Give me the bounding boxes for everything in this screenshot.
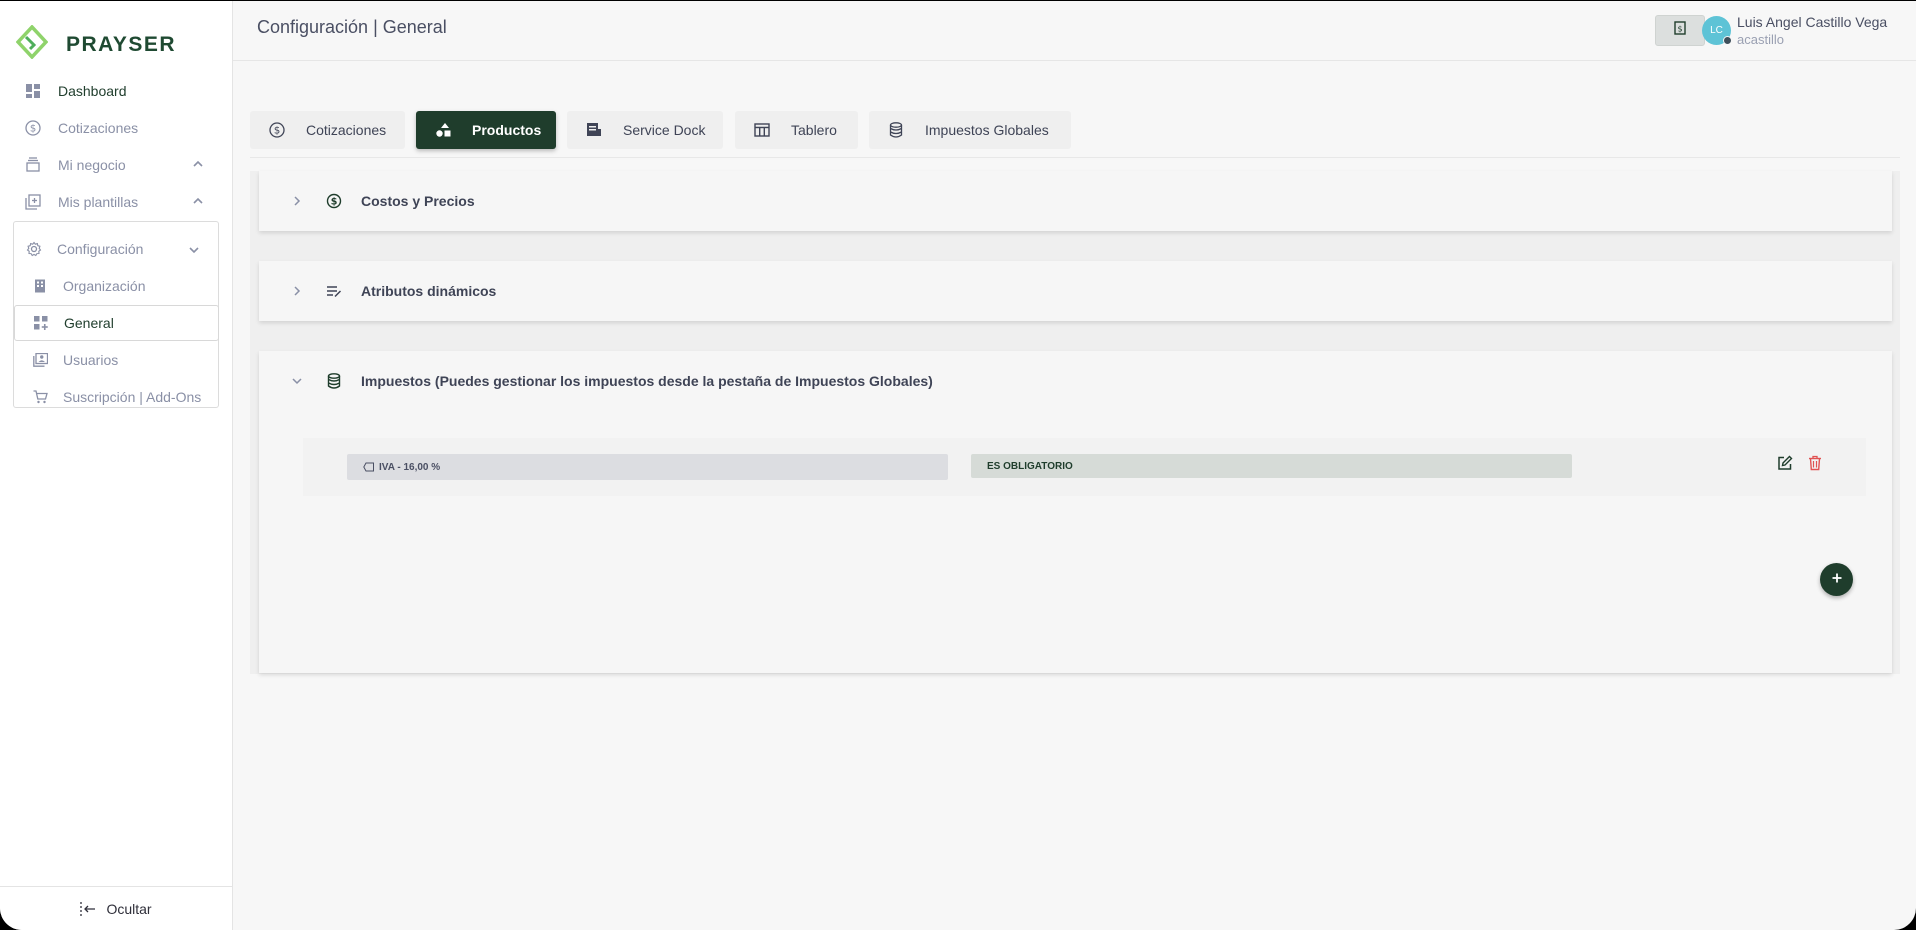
sidebar-item-dashboard[interactable]: Dashboard xyxy=(24,79,204,103)
sidebar-item-general[interactable]: General xyxy=(14,305,219,341)
sidebar-item-label: Suscripción | Add-Ons xyxy=(63,389,202,405)
avatar-initials: LC xyxy=(1710,25,1723,36)
section-title: Atributos dinámicos xyxy=(361,283,497,299)
top-header: Configuración | General $ LC xyxy=(233,1,1916,61)
plus-icon xyxy=(1831,571,1843,589)
tab-label: Tablero xyxy=(791,122,837,138)
app-window: PRAYSER Dashboard $ Cotizaciones Mi nego… xyxy=(0,1,1916,930)
edit-icon xyxy=(1777,455,1793,476)
tab-productos[interactable]: Productos xyxy=(416,111,556,149)
user-login: acastillo xyxy=(1737,32,1784,47)
section-atributos-dinamicos: Atributos dinámicos xyxy=(259,261,1892,321)
section-costos-precios: $ Costos y Precios xyxy=(259,171,1892,231)
user-card-icon xyxy=(32,352,48,368)
chevron-down-icon[interactable] xyxy=(188,243,200,259)
tab-tablero[interactable]: Tablero xyxy=(735,111,858,149)
svg-text:$: $ xyxy=(30,124,36,135)
dollar-circle-icon: $ xyxy=(268,122,286,138)
dollar-circle-icon: $ xyxy=(325,193,343,209)
edit-button[interactable] xyxy=(1775,455,1795,475)
user-name[interactable]: Luis Angel Castillo Vega xyxy=(1737,14,1887,30)
sidebar-item-usuarios[interactable]: Usuarios xyxy=(14,342,220,378)
tab-cotizaciones[interactable]: $ Cotizaciones xyxy=(250,111,405,149)
brand-name: PRAYSER xyxy=(66,32,177,56)
chevron-up-icon[interactable] xyxy=(192,194,204,210)
svg-text:$: $ xyxy=(1677,25,1682,34)
sidebar-item-cotizaciones[interactable]: $ Cotizaciones xyxy=(24,116,204,140)
requirement-badge: ES OBLIGATORIO xyxy=(971,454,1572,478)
section-title: Costos y Precios xyxy=(361,193,475,209)
sidebar-item-label: Usuarios xyxy=(63,352,119,368)
section-impuestos: Impuestos (Puedes gestionar los impuesto… xyxy=(259,351,1892,673)
status-dot xyxy=(1723,36,1732,45)
sidebar-item-mi-negocio[interactable]: Mi negocio xyxy=(24,153,204,177)
list-edit-icon xyxy=(325,284,343,298)
section-header[interactable]: $ Costos y Precios xyxy=(259,171,1892,231)
hide-sidebar-button[interactable]: Ocultar xyxy=(0,886,232,930)
delete-button[interactable] xyxy=(1805,455,1825,475)
sidebar-item-label: Mi negocio xyxy=(58,157,126,173)
chevron-up-icon[interactable] xyxy=(192,157,204,173)
requirement-label: ES OBLIGATORIO xyxy=(987,460,1073,472)
svg-text:$: $ xyxy=(274,126,280,137)
invoice-button[interactable]: $ xyxy=(1655,15,1705,46)
tab-label: Service Dock xyxy=(623,122,706,138)
sidebar-item-configuracion[interactable]: Configuración xyxy=(14,231,220,267)
sidebar-item-suscripcion[interactable]: Suscripción | Add-Ons xyxy=(14,379,220,415)
tab-label: Cotizaciones xyxy=(306,122,387,138)
receipt-icon xyxy=(585,122,603,138)
sidebar-item-label: Organización xyxy=(63,278,146,294)
sidebar-item-label: Mis plantillas xyxy=(58,194,139,210)
hide-sidebar-label: Ocultar xyxy=(106,900,152,917)
database-icon xyxy=(325,373,343,389)
tab-impuestos-globales[interactable]: Impuestos Globales xyxy=(869,111,1071,149)
trash-icon xyxy=(1808,455,1822,476)
gear-icon xyxy=(26,241,42,257)
sidebar: PRAYSER Dashboard $ Cotizaciones Mi nego… xyxy=(0,1,233,930)
sidebar-item-label: General xyxy=(64,315,114,331)
add-tax-button[interactable] xyxy=(1820,563,1853,596)
tab-label: Impuestos Globales xyxy=(925,122,1049,138)
chevron-right-icon xyxy=(291,195,303,207)
tabs-divider xyxy=(250,157,1900,158)
copy-plus-icon xyxy=(24,193,42,211)
grid-icon xyxy=(24,82,42,100)
section-header[interactable]: Impuestos (Puedes gestionar los impuesto… xyxy=(259,351,1892,411)
page-title: Configuración | General xyxy=(257,17,447,37)
database-icon xyxy=(887,122,905,138)
section-title: Impuestos (Puedes gestionar los impuesto… xyxy=(361,373,933,389)
chevron-right-icon xyxy=(291,285,303,297)
section-header[interactable]: Atributos dinámicos xyxy=(259,261,1892,321)
inbox-stack-icon xyxy=(24,156,42,174)
chevron-down-icon xyxy=(291,376,303,386)
sidebar-item-label: Cotizaciones xyxy=(58,120,139,136)
tab-service-dock[interactable]: Service Dock xyxy=(567,111,723,149)
dollar-circle-icon: $ xyxy=(24,119,42,137)
grid-plus-icon xyxy=(33,315,49,331)
sidebar-item-label: Dashboard xyxy=(58,83,127,99)
sidebar-item-organizacion[interactable]: Organización xyxy=(14,268,220,304)
tax-name: IVA - 16,00 % xyxy=(379,461,441,473)
tax-name-chip: IVA - 16,00 % xyxy=(347,454,948,480)
brand-logo[interactable]: PRAYSER xyxy=(15,24,177,64)
avatar[interactable]: LC xyxy=(1702,16,1732,45)
tab-label: Productos xyxy=(472,122,542,138)
receipt-icon: $ xyxy=(1673,21,1687,40)
shapes-icon xyxy=(434,122,452,138)
sidebar-item-label: Configuración xyxy=(57,241,144,257)
sidebar-item-mis-plantillas[interactable]: Mis plantillas xyxy=(24,190,204,214)
building-icon xyxy=(32,278,48,294)
sidebar-config-group: Configuración Organización General Usuar… xyxy=(13,221,219,408)
diamond-logo-icon xyxy=(15,24,49,64)
table-icon xyxy=(753,123,771,137)
tag-icon xyxy=(363,462,375,472)
cart-icon xyxy=(32,389,48,405)
sections-container: $ Costos y Precios Atributos dinámicos I… xyxy=(250,171,1900,674)
collapse-left-icon xyxy=(80,901,96,916)
table-row: IVA - 16,00 % ES OBLIGATORIO xyxy=(303,438,1866,496)
svg-text:$: $ xyxy=(331,197,338,208)
